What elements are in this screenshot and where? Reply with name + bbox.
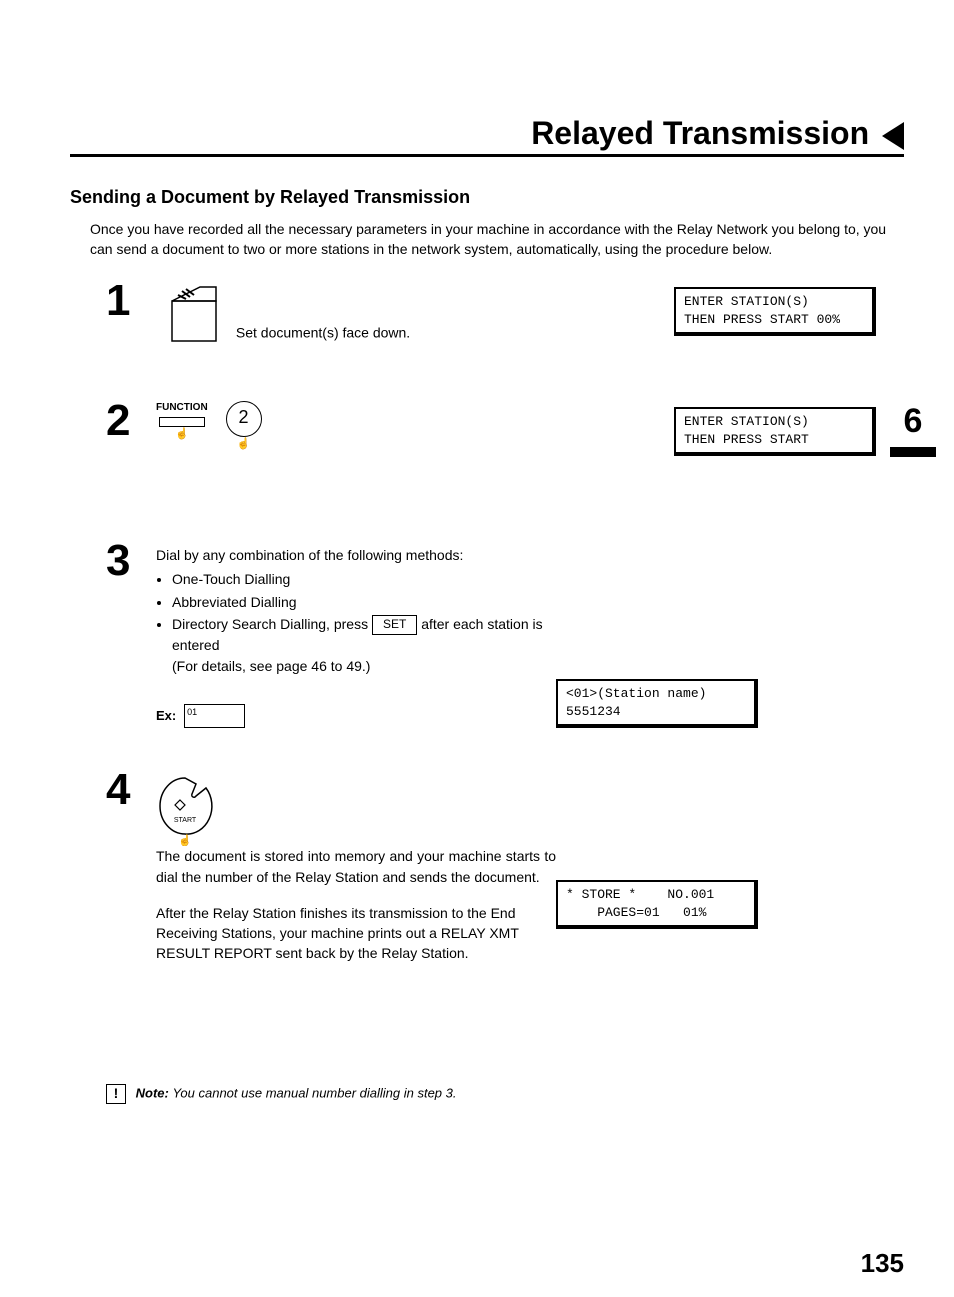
- step-number: 4: [106, 768, 156, 812]
- note-label: Note:: [136, 1085, 169, 1100]
- step-number: 3: [106, 539, 156, 583]
- triangle-left-icon: [882, 122, 904, 150]
- lcd-display: ENTER STATION(S) THEN PRESS START: [674, 407, 876, 456]
- set-button-icon: SET: [372, 615, 417, 635]
- list-item: One-Touch Dialling: [172, 569, 556, 589]
- step1-text: Set document(s) face down.: [236, 325, 410, 341]
- page-number: 135: [861, 1248, 904, 1279]
- step-4: 4 START ☝ The document is stored into me…: [106, 768, 904, 963]
- start-key-label: START: [174, 817, 197, 824]
- step-1: 1 Set document(s) face down. ENTER STATI…: [106, 279, 904, 349]
- step-number: 2: [106, 399, 156, 443]
- lcd-display: * STORE * NO.001 PAGES=01 01%: [556, 880, 758, 929]
- list-item: Directory Search Dialling, press SET aft…: [172, 614, 556, 676]
- example-label: Ex:: [156, 708, 176, 723]
- step-3: 3 Dial by any combination of the followi…: [106, 539, 904, 728]
- step-2: 2 FUNCTION ☝ 2 ☝ ENTER STATION(S) THEN P…: [106, 399, 904, 469]
- chapter-number: 6: [890, 402, 936, 441]
- step4-para1: The document is stored into memory and y…: [156, 846, 556, 887]
- step4-para2: After the Relay Station finishes its tra…: [156, 903, 556, 964]
- press-hand-icon: ☝: [156, 429, 208, 440]
- note: ! Note: You cannot use manual number dia…: [106, 1084, 904, 1104]
- step3-bullets: One-Touch Dialling Abbreviated Dialling …: [158, 569, 556, 676]
- bullet3-pre: Directory Search Dialling, press: [172, 616, 372, 632]
- function-key-icon: FUNCTION ☝: [156, 401, 208, 440]
- digit-key-label: 2: [239, 407, 249, 427]
- intro-paragraph: Once you have recorded all the necessary…: [90, 220, 904, 259]
- lcd-display: ENTER STATION(S) THEN PRESS START 00%: [674, 287, 876, 336]
- start-key-icon: START ☝: [156, 774, 214, 836]
- function-key-label: FUNCTION: [156, 401, 208, 416]
- note-icon: !: [106, 1084, 126, 1104]
- step3-lead: Dial by any combination of the following…: [156, 545, 556, 565]
- list-item: Abbreviated Dialling: [172, 592, 556, 612]
- lcd-display: <01>(Station name) 5551234: [556, 679, 758, 728]
- digit-key-icon: 2: [226, 401, 262, 437]
- chapter-tab-bar: [890, 447, 936, 457]
- svg-text:☝: ☝: [178, 833, 192, 846]
- section-title: Sending a Document by Relayed Transmissi…: [70, 187, 904, 208]
- example-box: 01: [184, 704, 245, 728]
- page-header: Relayed Transmission: [70, 40, 904, 157]
- note-text: You cannot use manual number dialling in…: [172, 1085, 456, 1100]
- header-title-text: Relayed Transmission: [531, 115, 869, 151]
- bullet3-detail: (For details, see page 46 to 49.): [172, 656, 556, 676]
- document-face-down-icon: [156, 285, 226, 343]
- press-hand-icon: ☝: [226, 439, 262, 450]
- step-number: 1: [106, 279, 156, 323]
- chapter-tab: 6: [890, 402, 936, 457]
